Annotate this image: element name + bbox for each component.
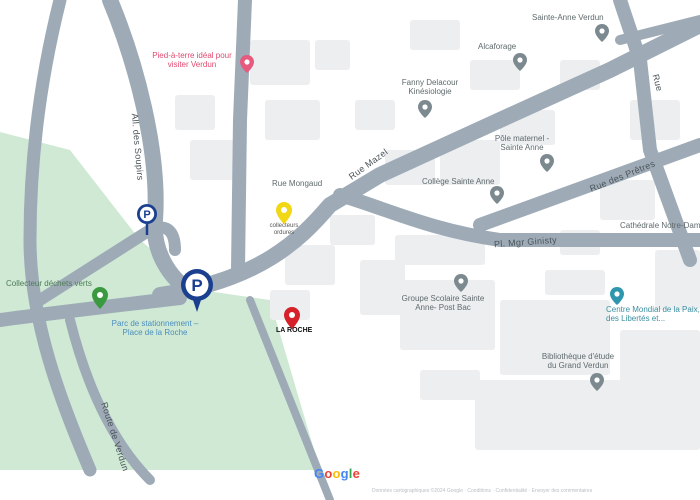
- poi-label-groupe-scolaire[interactable]: Groupe Scolaire Sainte Anne- Post Bac: [400, 294, 486, 313]
- poi-pin-pole-maternel[interactable]: [540, 154, 554, 172]
- parking-marker-large[interactable]: P: [180, 268, 214, 314]
- poi-label-pied-a-terre[interactable]: Pied-à-terre idéal pour visiter Verdun: [148, 51, 236, 70]
- parking-marker-small[interactable]: P: [136, 203, 158, 237]
- google-letter-3: o: [332, 466, 341, 481]
- green-collector-label[interactable]: Collecteur déchets verts: [6, 279, 92, 289]
- poi-pin-centre-mondial[interactable]: [610, 287, 624, 305]
- google-letter-6: e: [352, 466, 361, 481]
- poi-label-sainte-anne-verdun[interactable]: Sainte-Anne Verdun: [532, 13, 604, 23]
- poi-pin-groupe-scolaire[interactable]: [454, 274, 468, 292]
- poi-label-centre-mondial[interactable]: Centre Mondial de la Paix, des Libertés …: [606, 305, 700, 324]
- parking-large-glyph: P: [191, 276, 202, 295]
- poi-pin-alcaforage[interactable]: [513, 53, 527, 71]
- poi-label-fanny[interactable]: Fanny Delacour Kinésiologie: [394, 78, 466, 97]
- google-logo: Google: [314, 466, 360, 481]
- la-roche-pin[interactable]: [284, 307, 300, 329]
- poi-pin-fanny[interactable]: [418, 100, 432, 118]
- poi-label-college[interactable]: Collège Sainte Anne: [422, 177, 495, 187]
- poi-pin-college[interactable]: [490, 186, 504, 204]
- parking-label[interactable]: Parc de stationnement – Place de la Roch…: [104, 319, 206, 338]
- poi-pin-sainte-anne-verdun[interactable]: [595, 24, 609, 42]
- map-canvas[interactable]: All. des Soupirs Rue Mazel Rue des Prêtr…: [0, 0, 700, 500]
- yellow-collector-label[interactable]: collecteurs ordures: [266, 223, 302, 236]
- yellow-collector-pin[interactable]: [276, 202, 292, 224]
- poi-label-pole-maternel[interactable]: Pôle maternel - Sainte Anne: [488, 134, 556, 153]
- map-attribution[interactable]: Données cartographiques ©2024 Google · C…: [372, 488, 592, 494]
- google-letter-1: G: [314, 466, 325, 481]
- poi-label-alcaforage[interactable]: Alcaforage: [478, 42, 516, 52]
- green-collector-pin[interactable]: [92, 287, 108, 309]
- poi-label-bibliotheque[interactable]: Bibliothèque d'étude du Grand Verdun: [538, 352, 618, 371]
- road-vertical-center: [231, 0, 252, 277]
- poi-pin-pied-a-terre[interactable]: [240, 55, 254, 73]
- poi-label-cathedrale[interactable]: Cathédrale Notre-Dame: [620, 221, 700, 231]
- poi-pin-bibliotheque[interactable]: [590, 373, 604, 391]
- street-label-rue-mongaud: Rue Mongaud: [272, 179, 323, 188]
- parking-small-glyph: P: [143, 209, 150, 221]
- google-letter-4: g: [340, 466, 349, 481]
